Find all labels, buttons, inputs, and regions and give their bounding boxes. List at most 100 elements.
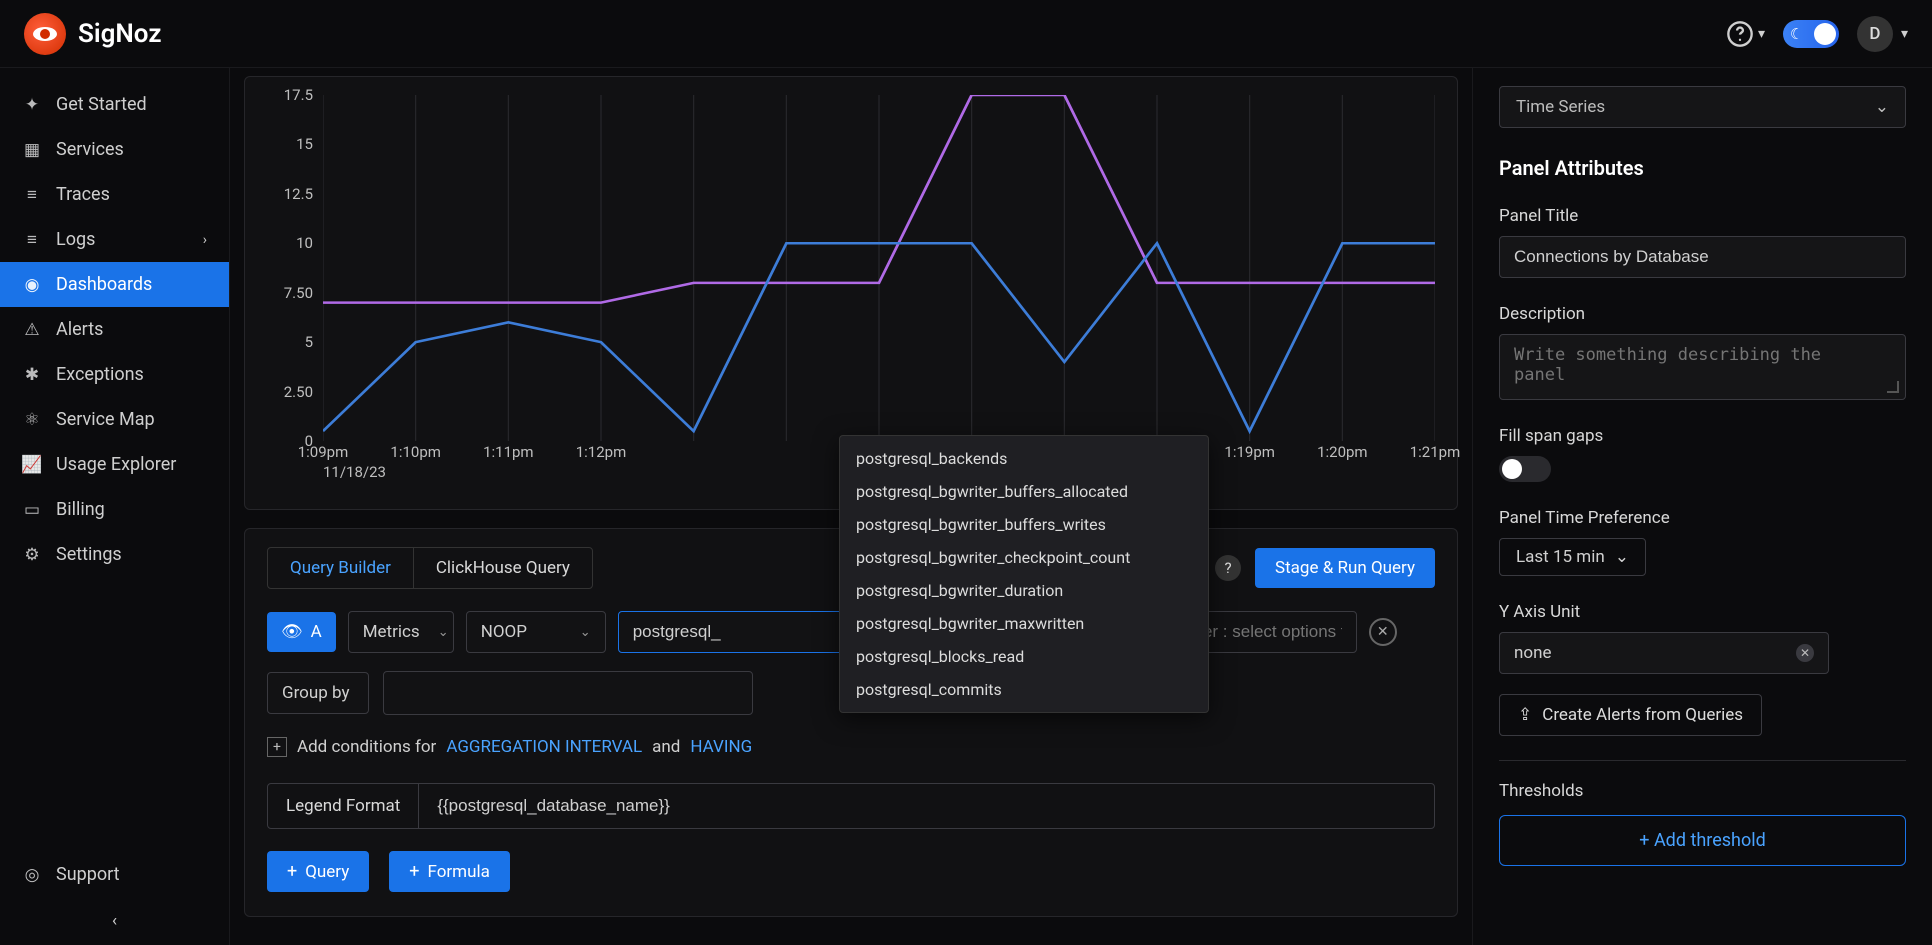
panel-title-input[interactable]	[1499, 236, 1906, 278]
sidebar-item-label: Get Started	[56, 94, 147, 115]
sidebar-item-settings[interactable]: ⚙Settings	[0, 532, 229, 577]
caret-down-icon[interactable]: ▾	[1901, 26, 1908, 42]
y-axis-unit-select[interactable]: none ✕	[1499, 632, 1829, 674]
legend-format-input[interactable]	[419, 784, 1434, 828]
conditions-row: + Add conditions for AGGREGATION INTERVA…	[267, 737, 1435, 757]
topbar: SigNoz ▾ ☾ D ▾	[0, 0, 1932, 68]
autocomplete-item[interactable]: postgresql_bgwriter_checkpoint_count	[840, 541, 1208, 574]
description-input[interactable]	[1499, 334, 1906, 400]
autocomplete-item[interactable]: postgresql_blocks_read	[840, 640, 1208, 673]
chevron-left-icon: ‹	[112, 911, 117, 931]
description-field[interactable]	[1514, 345, 1891, 385]
toggle-knob	[1814, 23, 1836, 45]
panel-title-field[interactable]	[1514, 247, 1891, 267]
source-select[interactable]: Metrics⌄	[348, 611, 454, 653]
sidebar-item-traces[interactable]: ≡Traces	[0, 172, 229, 217]
sidebar-item-label: Billing	[56, 499, 105, 520]
divider	[1499, 760, 1906, 761]
sidebar-item-get-started[interactable]: ✦Get Started	[0, 82, 229, 127]
tab-clickhouse-query[interactable]: ClickHouse Query	[414, 548, 592, 588]
sidebar-item-label: Alerts	[56, 319, 103, 340]
sidebar-item-alerts[interactable]: ⚠ Alerts	[0, 307, 229, 352]
brand-name: SigNoz	[78, 19, 161, 49]
metric-autocomplete-dropdown[interactable]: postgresql_backendspostgresql_bgwriter_b…	[839, 435, 1209, 713]
viz-type-select[interactable]: Time Series ⌄	[1499, 86, 1906, 128]
theme-toggle[interactable]: ☾	[1783, 20, 1839, 48]
groupby-label: Group by	[267, 672, 369, 714]
aggregation-select[interactable]: NOOP⌄	[466, 611, 606, 653]
add-threshold-button[interactable]: + Add threshold	[1499, 815, 1906, 866]
plus-icon: +	[409, 861, 419, 882]
help-menu[interactable]: ▾	[1726, 20, 1765, 48]
caret-down-icon: ▾	[1758, 26, 1765, 42]
clear-yunit-button[interactable]: ✕	[1796, 644, 1814, 662]
clear-filter-button[interactable]: ✕	[1369, 618, 1397, 646]
aggregation-interval-link[interactable]: AGGREGATION INTERVAL	[446, 737, 642, 757]
sidebar-item-billing[interactable]: ▭ Billing	[0, 487, 229, 532]
sidebar-item-support[interactable]: ◎Support	[0, 852, 229, 897]
autocomplete-item[interactable]: postgresql_backends	[840, 442, 1208, 475]
chart-plot	[323, 95, 1435, 441]
sidebar: ✦Get Started ▦Services ≡Traces ≡Logs› ◉D…	[0, 68, 230, 945]
groupby-select[interactable]	[383, 671, 753, 715]
chevron-down-icon: ⌄	[1615, 547, 1629, 567]
sidebar-item-exceptions[interactable]: ✱Exceptions	[0, 352, 229, 397]
tab-query-builder[interactable]: Query Builder	[268, 548, 414, 588]
autocomplete-item[interactable]: postgresql_bgwriter_buffers_allocated	[840, 475, 1208, 508]
create-alerts-button[interactable]: ⇪ Create Alerts from Queries	[1499, 694, 1762, 736]
right-pane: Time Series ⌄ Panel Attributes Panel Tit…	[1472, 68, 1932, 945]
legend-format-field[interactable]	[437, 796, 1416, 816]
bell-icon: ⚠	[22, 320, 42, 340]
sidebar-item-label: Settings	[56, 544, 122, 565]
legend-format-label: Legend Format	[268, 784, 419, 828]
sidebar-item-service-map[interactable]: ⚛Service Map	[0, 397, 229, 442]
viz-type-value: Time Series	[1516, 97, 1605, 117]
query-help-button[interactable]: ?	[1215, 555, 1241, 581]
eye-icon: 👁	[281, 622, 303, 642]
query-letter-chip[interactable]: 👁 A	[267, 612, 336, 652]
add-query-button[interactable]: +Query	[267, 851, 369, 892]
y-axis-unit-value: none	[1514, 643, 1552, 663]
having-link[interactable]: HAVING	[690, 737, 752, 757]
autocomplete-item[interactable]: postgresql_commits	[840, 673, 1208, 706]
add-formula-button[interactable]: + Formula	[389, 851, 510, 892]
card-icon: ▭	[22, 500, 42, 520]
warn-icon: ✱	[22, 365, 42, 385]
brand-block[interactable]: SigNoz	[24, 13, 161, 55]
add-formula-label: Formula	[427, 862, 489, 882]
chart-icon: 📈	[22, 455, 42, 475]
panel-time-pref-select[interactable]: Last 15 min ⌄	[1499, 538, 1646, 576]
collapse-sidebar-button[interactable]: ‹	[0, 897, 229, 945]
panel-attributes-heading: Panel Attributes	[1499, 156, 1906, 180]
export-icon: ⇪	[1518, 705, 1532, 725]
conditions-prefix: Add conditions for	[297, 737, 436, 757]
sidebar-item-label: Logs	[56, 229, 95, 250]
add-condition-button[interactable]: +	[267, 737, 287, 757]
toggle-knob	[1502, 459, 1522, 479]
query-tabs: Query Builder ClickHouse Query	[267, 547, 593, 589]
sidebar-item-dashboards[interactable]: ◉Dashboards	[0, 262, 229, 307]
panel-title-label: Panel Title	[1499, 206, 1906, 226]
query-letter: A	[311, 622, 322, 642]
stage-run-query-button[interactable]: Stage & Run Query	[1255, 548, 1435, 588]
sidebar-item-services[interactable]: ▦Services	[0, 127, 229, 172]
user-avatar[interactable]: D	[1857, 16, 1893, 52]
sidebar-item-label: Usage Explorer	[56, 454, 176, 475]
sidebar-item-label: Service Map	[56, 409, 155, 430]
panel-time-pref-label: Panel Time Preference	[1499, 508, 1906, 528]
logo-icon	[24, 13, 66, 55]
aggregation-value: NOOP	[481, 622, 527, 642]
sidebar-item-logs[interactable]: ≡Logs›	[0, 217, 229, 262]
autocomplete-item[interactable]: postgresql_bgwriter_duration	[840, 574, 1208, 607]
autocomplete-item[interactable]: postgresql_bgwriter_maxwritten	[840, 607, 1208, 640]
thresholds-label: Thresholds	[1499, 781, 1906, 801]
sidebar-item-label: Dashboards	[56, 274, 152, 295]
legend-row: Legend Format	[267, 783, 1435, 829]
lines-icon: ≡	[22, 185, 42, 205]
bars-icon: ▦	[22, 140, 42, 160]
chart-x-sub: 11/18/23	[323, 463, 386, 481]
sidebar-item-usage-explorer[interactable]: 📈 Usage Explorer	[0, 442, 229, 487]
moon-icon: ☾	[1790, 25, 1803, 43]
autocomplete-item[interactable]: postgresql_bgwriter_buffers_writes	[840, 508, 1208, 541]
fill-span-gaps-toggle[interactable]	[1499, 456, 1551, 482]
